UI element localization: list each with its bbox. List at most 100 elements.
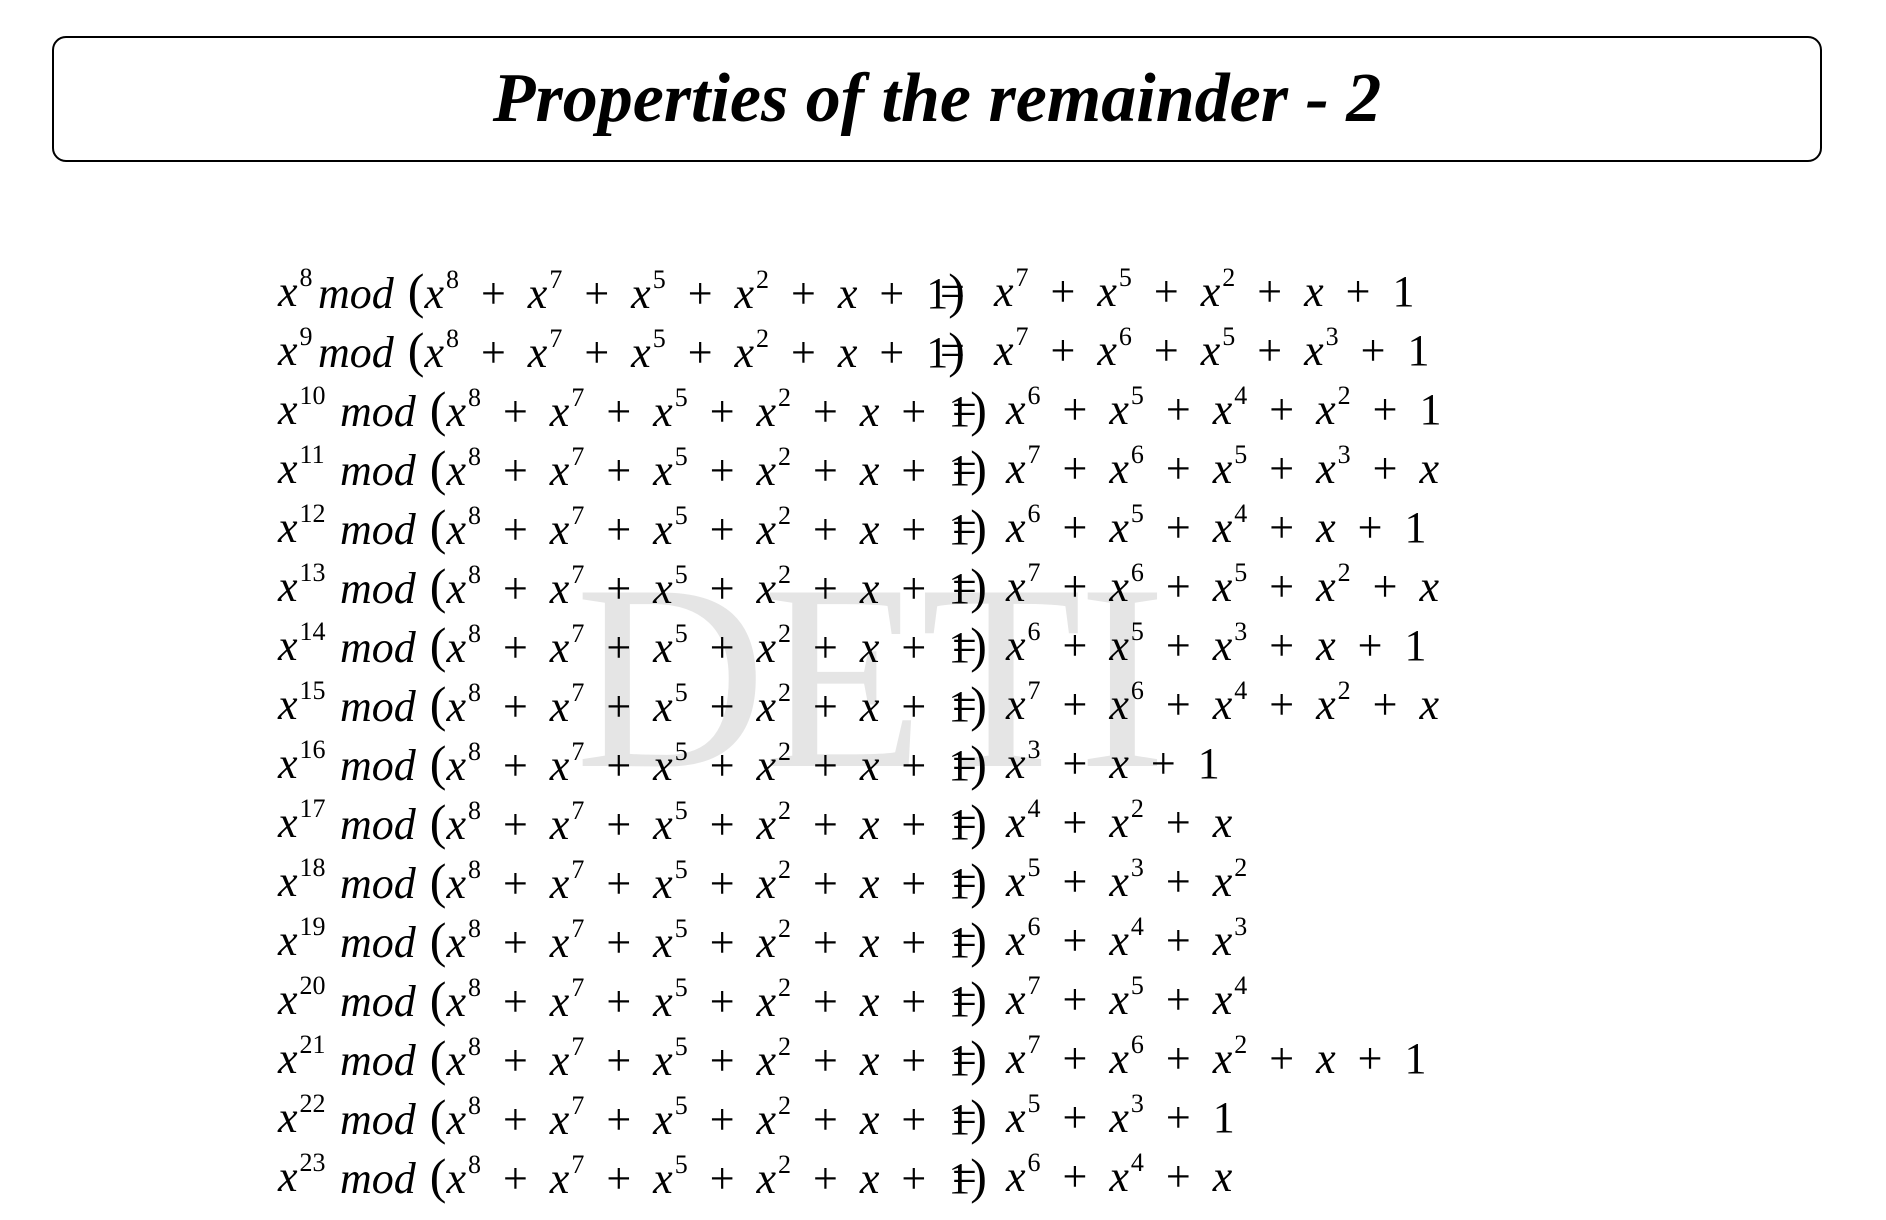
- mod-operator: mod: [340, 918, 416, 967]
- divisor-polynomial: (x8 + x7 + x5 + x2 + x + 1): [407, 322, 965, 378]
- divisor-polynomial: (x8 + x7 + x5 + x2 + x + 1): [429, 794, 987, 850]
- mod-operator: mod: [340, 800, 416, 849]
- dividend-power: x17: [278, 794, 326, 848]
- equals-sign: =: [952, 916, 977, 965]
- dividend-power: x19: [278, 912, 326, 966]
- mod-operator: mod: [318, 328, 394, 377]
- modulus-expression: mod (x8 + x7 + x5 + x2 + x + 1): [340, 557, 987, 618]
- divisor-polynomial: (x8 + x7 + x5 + x2 + x + 1): [429, 1030, 987, 1086]
- remainder-polynomial: x7 + x6 + x5 + x2 + x: [1006, 558, 1439, 612]
- divisor-polynomial: (x8 + x7 + x5 + x2 + x + 1): [429, 1089, 987, 1145]
- modulus-expression: mod (x8 + x7 + x5 + x2 + x + 1): [340, 1029, 987, 1090]
- exponent: 16: [299, 735, 326, 764]
- divisor-polynomial: (x8 + x7 + x5 + x2 + x + 1): [429, 971, 987, 1027]
- divisor-polynomial: (x8 + x7 + x5 + x2 + x + 1): [429, 676, 987, 732]
- exponent: 15: [299, 676, 326, 705]
- modulus-expression: mod (x8 + x7 + x5 + x2 + x + 1): [340, 734, 987, 795]
- modulus-expression: mod (x8 + x7 + x5 + x2 + x + 1): [318, 321, 965, 382]
- remainder-polynomial: x7 + x6 + x2 + x + 1: [1006, 1030, 1427, 1084]
- remainder-polynomial: x4 + x2 + x: [1006, 794, 1233, 848]
- dividend-power: x18: [278, 853, 326, 907]
- equals-sign: =: [952, 562, 977, 611]
- divisor-polynomial: (x8 + x7 + x5 + x2 + x + 1): [429, 440, 987, 496]
- dividend-power: x10: [278, 381, 326, 435]
- mod-operator: mod: [340, 1036, 416, 1085]
- mod-operator: mod: [340, 564, 416, 613]
- equals-sign: =: [952, 680, 977, 729]
- dividend-power: x22: [278, 1089, 326, 1143]
- modulus-expression: mod (x8 + x7 + x5 + x2 + x + 1): [340, 793, 987, 854]
- equals-sign: =: [952, 1152, 977, 1201]
- exponent: 14: [299, 617, 326, 646]
- equals-sign: =: [952, 1093, 977, 1142]
- mod-operator: mod: [340, 623, 416, 672]
- divisor-polynomial: (x8 + x7 + x5 + x2 + x + 1): [429, 558, 987, 614]
- title-box: Properties of the remainder - 2: [52, 36, 1822, 162]
- divisor-polynomial: (x8 + x7 + x5 + x2 + x + 1): [429, 499, 987, 555]
- remainder-polynomial: x7 + x6 + x5 + x3 + x: [1006, 440, 1439, 494]
- modulus-expression: mod (x8 + x7 + x5 + x2 + x + 1): [340, 1147, 987, 1208]
- modulus-expression: mod (x8 + x7 + x5 + x2 + x + 1): [340, 675, 987, 736]
- remainder-polynomial: x6 + x4 + x3: [1006, 912, 1248, 966]
- equals-sign: =: [952, 1034, 977, 1083]
- modulus-expression: mod (x8 + x7 + x5 + x2 + x + 1): [318, 262, 965, 323]
- exponent: 18: [299, 853, 326, 882]
- equals-sign: =: [952, 739, 977, 788]
- remainder-polynomial: x7 + x6 + x5 + x3 + 1: [994, 322, 1430, 376]
- divisor-polynomial: (x8 + x7 + x5 + x2 + x + 1): [429, 853, 987, 909]
- mod-operator: mod: [340, 1154, 416, 1203]
- dividend-power: x12: [278, 499, 326, 553]
- equals-sign: =: [952, 857, 977, 906]
- dividend-power: x20: [278, 971, 326, 1025]
- exponent: 9: [299, 322, 313, 351]
- dividend-power: x11: [278, 440, 325, 494]
- divisor-polynomial: (x8 + x7 + x5 + x2 + x + 1): [429, 617, 987, 673]
- divisor-polynomial: (x8 + x7 + x5 + x2 + x + 1): [407, 263, 965, 319]
- modulus-expression: mod (x8 + x7 + x5 + x2 + x + 1): [340, 439, 987, 500]
- exponent: 11: [299, 440, 325, 469]
- remainder-polynomial: x7 + x5 + x2 + x + 1: [994, 263, 1415, 317]
- mod-operator: mod: [340, 977, 416, 1026]
- remainder-polynomial: x5 + x3 + 1: [1006, 1089, 1235, 1143]
- mod-operator: mod: [340, 859, 416, 908]
- equals-sign: =: [940, 326, 965, 375]
- divisor-polynomial: (x8 + x7 + x5 + x2 + x + 1): [429, 1148, 987, 1204]
- page-title: Properties of the remainder - 2: [492, 60, 1382, 137]
- modulus-expression: mod (x8 + x7 + x5 + x2 + x + 1): [340, 852, 987, 913]
- modulus-expression: mod (x8 + x7 + x5 + x2 + x + 1): [340, 1088, 987, 1149]
- divisor-polynomial: (x8 + x7 + x5 + x2 + x + 1): [429, 381, 987, 437]
- equals-sign: =: [952, 503, 977, 552]
- dividend-power: x16: [278, 735, 326, 789]
- exponent: 23: [299, 1148, 326, 1177]
- mod-operator: mod: [340, 505, 416, 554]
- exponent: 10: [299, 381, 326, 410]
- dividend-power: x9: [278, 322, 313, 376]
- dividend-power: x13: [278, 558, 326, 612]
- exponent: 12: [299, 499, 326, 528]
- dividend-power: x21: [278, 1030, 326, 1084]
- exponent: 20: [299, 971, 326, 1000]
- exponent: 13: [299, 558, 326, 587]
- equals-sign: =: [952, 385, 977, 434]
- equals-sign: =: [940, 267, 965, 316]
- mod-operator: mod: [340, 446, 416, 495]
- exponent: 17: [299, 794, 326, 823]
- modulus-expression: mod (x8 + x7 + x5 + x2 + x + 1): [340, 911, 987, 972]
- dividend-power: x14: [278, 617, 326, 671]
- remainder-polynomial: x6 + x4 + x: [1006, 1148, 1233, 1202]
- equals-sign: =: [952, 621, 977, 670]
- mod-operator: mod: [340, 1095, 416, 1144]
- remainder-polynomial: x7 + x6 + x4 + x2 + x: [1006, 676, 1439, 730]
- modulus-expression: mod (x8 + x7 + x5 + x2 + x + 1): [340, 970, 987, 1031]
- equals-sign: =: [952, 444, 977, 493]
- modulus-expression: mod (x8 + x7 + x5 + x2 + x + 1): [340, 380, 987, 441]
- equals-sign: =: [952, 975, 977, 1024]
- equals-sign: =: [952, 798, 977, 847]
- remainder-polynomial: x6 + x5 + x4 + x2 + 1: [1006, 381, 1442, 435]
- exponent: 21: [299, 1030, 326, 1059]
- mod-operator: mod: [340, 387, 416, 436]
- dividend-power: x15: [278, 676, 326, 730]
- remainder-polynomial: x6 + x5 + x3 + x + 1: [1006, 617, 1427, 671]
- remainder-polynomial: x7 + x5 + x4: [1006, 971, 1248, 1025]
- mod-operator: mod: [318, 269, 394, 318]
